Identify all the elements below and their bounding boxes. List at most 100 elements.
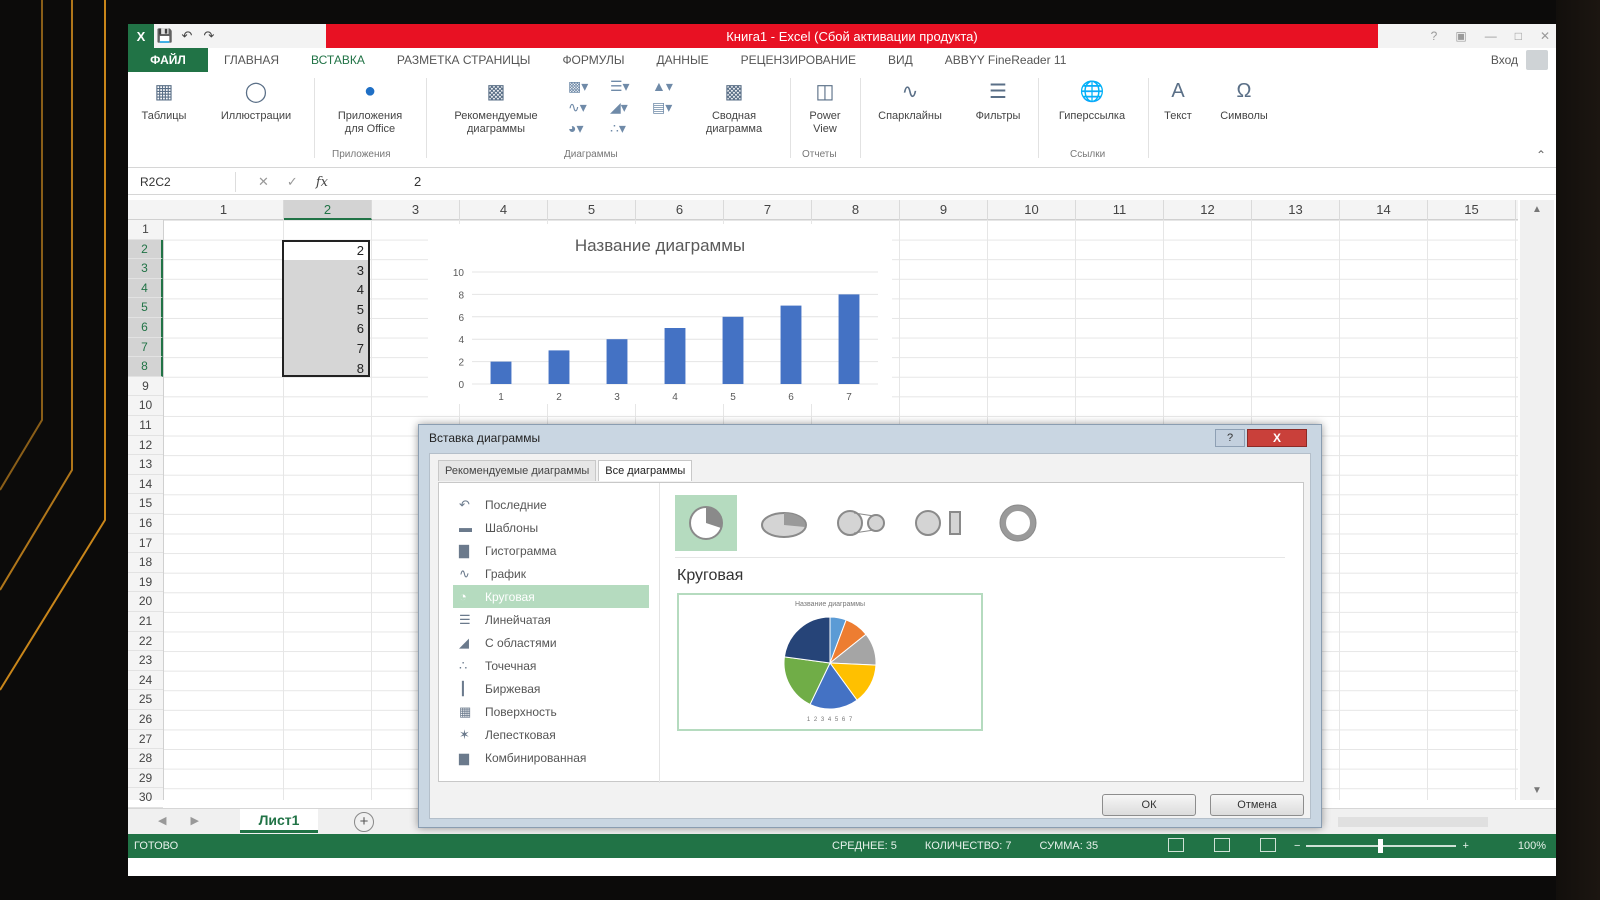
row-header[interactable]: 21 [128,612,163,632]
text-button[interactable]: A Текст [1152,76,1204,123]
chart-bar[interactable] [548,350,570,384]
row-header[interactable]: 8 [128,357,163,377]
chart-type-item[interactable]: ✶ Лепестковая [453,723,649,746]
chart-bar[interactable] [780,305,802,384]
insert-function-icon[interactable]: fx [316,175,328,190]
tables-button[interactable]: ▦ Таблицы [132,76,196,123]
chart-type-item[interactable]: ◢ С областями [453,631,649,654]
row-header[interactable]: 4 [128,278,163,299]
column-header[interactable]: 6 [636,200,724,220]
chart-type-item[interactable]: ◔ Круговая [453,585,649,608]
name-box[interactable]: R2C2 [132,172,236,192]
tab-data[interactable]: ДАННЫЕ [640,48,724,72]
column-chart[interactable]: Название диаграммы 0 2 4 6 8 10 1 2 3 4 5 6 7 [428,224,892,404]
tab-review[interactable]: РЕЦЕНЗИРОВАНИЕ [725,48,872,72]
chart-type-item[interactable]: ▆ Комбинированная [453,746,649,769]
formula-input[interactable]: 2 [414,172,421,192]
cell-value[interactable]: 3 [357,263,364,278]
line-chart-icon[interactable]: ∿▾ [568,99,604,116]
active-cell[interactable] [284,242,368,260]
chart-type-item[interactable]: ┃ Биржевая [453,677,649,700]
minimize-icon[interactable]: — [1485,29,1497,43]
undo-icon[interactable]: ↶ [176,24,198,48]
chart-type-item[interactable]: ▇ Гистограмма [453,539,649,562]
next-sheet-icon[interactable]: ▶ [190,814,198,827]
column-header[interactable]: 7 [724,200,812,220]
tab-view[interactable]: ВИД [872,48,929,72]
column-header[interactable]: 1 [164,200,284,220]
filters-button[interactable]: ☰ Фильтры [960,76,1036,123]
vertical-scrollbar[interactable]: ▲ ▼ [1520,200,1554,800]
tab-insert[interactable]: ВСТАВКА [295,48,381,72]
scroll-down-icon[interactable]: ▼ [1532,785,1542,796]
cell-value[interactable]: 7 [357,341,364,356]
bar-of-pie-subtype[interactable] [909,495,971,551]
row-header[interactable]: 26 [128,710,163,730]
zoom-in-icon[interactable]: + [1462,834,1468,858]
illustrations-button[interactable]: ◯ Иллюстрации [202,76,310,123]
row-header[interactable]: 23 [128,651,163,671]
sparklines-button[interactable]: ∿ Спарклайны [862,76,958,123]
column-header[interactable]: 2 [284,200,372,220]
area-chart-icon[interactable]: ◢▾ [610,99,646,116]
cell-value[interactable]: 8 [357,361,364,376]
chart-type-item[interactable]: ☰ Линейчатая [453,608,649,631]
hyperlink-button[interactable]: 🌐 Гиперссылка [1040,76,1144,123]
chart-type-item[interactable]: ▦ Поверхность [453,700,649,723]
column-header[interactable]: 12 [1164,200,1252,220]
cell-value[interactable]: 5 [357,302,364,317]
row-header[interactable]: 3 [128,259,163,279]
prev-sheet-icon[interactable]: ◀ [158,814,166,827]
row-header[interactable]: 11 [128,416,163,436]
column-header[interactable]: 11 [1076,200,1164,220]
zoom-thumb[interactable] [1378,839,1384,853]
row-header[interactable]: 2 [128,239,163,260]
pie-3d-subtype[interactable] [753,495,815,551]
chart-bar[interactable] [606,339,628,384]
column-header[interactable]: 3 [372,200,460,220]
enter-icon[interactable]: ✓ [287,174,298,190]
row-header[interactable]: 20 [128,592,163,612]
add-sheet-icon[interactable]: + [354,812,374,832]
row-header[interactable]: 13 [128,455,163,475]
chart-type-item[interactable]: ∿ График [453,562,649,585]
row-header[interactable]: 12 [128,436,163,456]
dialog-close-button[interactable]: X [1247,429,1307,447]
maximize-icon[interactable]: □ [1515,29,1522,43]
pivot-chart-button[interactable]: ▩ Сводная диаграмма [684,76,784,136]
cell-value[interactable]: 6 [357,321,364,336]
cancel-icon[interactable]: ✕ [258,174,269,190]
chart-type-item[interactable]: ↶ Последние [453,493,649,516]
chart-type-item[interactable]: ∴ Точечная [453,654,649,677]
collapse-ribbon-icon[interactable]: ⌃ [1536,148,1546,162]
bar-chart-icon[interactable]: ☰▾ [610,78,646,95]
stock-chart-icon[interactable]: ▤▾ [652,99,688,116]
row-header[interactable]: 30 [128,788,163,808]
column-header[interactable]: 10 [988,200,1076,220]
page-break-view-icon[interactable] [1260,838,1276,852]
column-header[interactable]: 13 [1252,200,1340,220]
ok-button[interactable]: ОК [1102,794,1196,816]
row-header[interactable]: 9 [128,377,163,397]
row-header[interactable]: 15 [128,494,163,514]
zoom-slider[interactable] [1306,839,1457,853]
chart-bar[interactable] [722,316,744,384]
apps-for-office-button[interactable]: ● Приложения для Office [318,76,422,136]
tab-recommended-charts[interactable]: Рекомендуемые диаграммы [438,460,597,481]
chart-type-item[interactable]: ▬ Шаблоны [453,516,649,539]
chart-bar[interactable] [838,294,860,384]
row-header[interactable]: 27 [128,730,163,750]
cell-value[interactable]: 2 [357,243,364,258]
row-header[interactable]: 6 [128,318,163,338]
row-header[interactable]: 22 [128,632,163,652]
tab-abbyy[interactable]: ABBYY FineReader 11 [929,48,1083,72]
horizontal-scrollbar[interactable] [1338,817,1488,827]
hierarchy-chart-icon[interactable]: ▲▾ [652,78,688,95]
zoom-level[interactable]: 100% [1518,834,1546,858]
row-header[interactable]: 1 [128,220,163,240]
selected-range[interactable]: 2 3 4 5 6 7 8 [282,240,370,377]
pie-chart-icon[interactable]: ◕▾ [568,120,604,137]
column-header[interactable]: 4 [460,200,548,220]
tab-page-layout[interactable]: РАЗМЕТКА СТРАНИЦЫ [381,48,547,72]
close-icon[interactable]: ✕ [1540,29,1550,43]
